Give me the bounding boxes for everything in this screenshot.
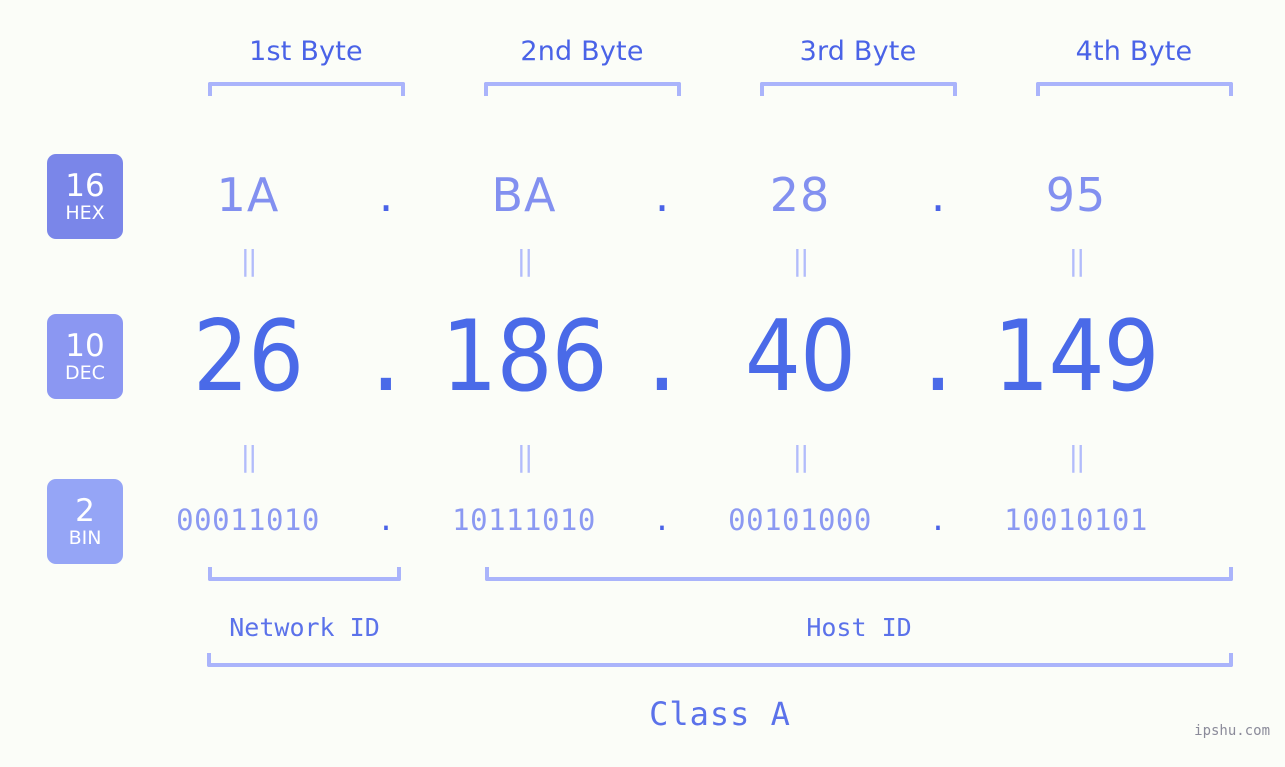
- class-label: Class A: [649, 695, 791, 733]
- dec-byte-4: 149: [993, 300, 1159, 414]
- bin-byte-4: 10010101: [1004, 503, 1148, 537]
- base-badge-dec-name: DEC: [65, 361, 105, 384]
- hex-separator-3: .: [930, 168, 946, 222]
- hex-byte-3: 28: [769, 168, 831, 222]
- byte-header-3: 3rd Byte: [799, 36, 917, 67]
- watermark: ipshu.com: [1194, 723, 1270, 739]
- hex-byte-1: 1A: [216, 168, 280, 222]
- base-badge-hex-name: HEX: [65, 201, 105, 224]
- equals-sign-1-3: ||: [792, 244, 810, 277]
- bin-separator-2: .: [653, 502, 671, 537]
- base-badge-dec-number: 10: [65, 327, 105, 364]
- equals-row-dec-bin: || || || ||: [150, 440, 1285, 474]
- byte-header-2: 2nd Byte: [520, 36, 644, 67]
- base-badge-hex: 16 HEX: [47, 154, 123, 239]
- base-badge-bin: 2 BIN: [47, 479, 123, 564]
- host-id-label: Host ID: [806, 613, 912, 642]
- bin-separator-3: .: [929, 502, 947, 537]
- host-id-bracket: [485, 567, 1233, 581]
- equals-sign-2-1: ||: [240, 440, 258, 473]
- hex-value-row: 1A . BA . 28 . 95: [150, 150, 1285, 240]
- dec-byte-1: 26: [192, 300, 304, 414]
- bin-value-row: 00011010 . 10111010 . 00101000 . 1001010…: [150, 492, 1285, 548]
- dec-byte-3: 40: [744, 300, 856, 414]
- equals-sign-1-2: ||: [516, 244, 534, 277]
- class-bracket: [207, 653, 1233, 667]
- base-badge-hex-number: 16: [65, 167, 105, 204]
- hex-byte-2: BA: [491, 168, 557, 222]
- dec-value-row: 26 . 186 . 40 . 149: [150, 296, 1285, 418]
- base-badge-dec: 10 DEC: [47, 314, 123, 399]
- base-badge-bin-name: BIN: [68, 526, 102, 549]
- network-id-bracket: [208, 567, 401, 581]
- byte-bracket-4: [1036, 82, 1233, 96]
- byte-header-1: 1st Byte: [249, 36, 363, 67]
- dec-byte-2: 186: [441, 300, 607, 414]
- byte-bracket-1: [208, 82, 405, 96]
- hex-separator-1: .: [378, 168, 394, 222]
- dec-separator-1: .: [370, 300, 402, 414]
- dec-separator-2: .: [646, 300, 678, 414]
- byte-header-4: 4th Byte: [1075, 36, 1193, 67]
- hex-separator-2: .: [654, 168, 670, 222]
- ip-address-breakdown-diagram: 1st Byte 2nd Byte 3rd Byte 4th Byte 16 H…: [0, 0, 1285, 767]
- equals-row-hex-dec: || || || ||: [150, 244, 1285, 278]
- equals-sign-2-4: ||: [1068, 440, 1086, 473]
- equals-sign-1-1: ||: [240, 244, 258, 277]
- dec-separator-3: .: [922, 300, 954, 414]
- bin-byte-2: 10111010: [452, 503, 596, 537]
- base-badge-bin-number: 2: [75, 492, 95, 529]
- bin-byte-3: 00101000: [728, 503, 872, 537]
- equals-sign-2-3: ||: [792, 440, 810, 473]
- bin-separator-1: .: [377, 502, 395, 537]
- byte-bracket-3: [760, 82, 957, 96]
- equals-sign-1-4: ||: [1068, 244, 1086, 277]
- hex-byte-4: 95: [1045, 168, 1107, 222]
- network-id-label: Network ID: [229, 613, 380, 642]
- bin-byte-1: 00011010: [176, 503, 320, 537]
- byte-bracket-2: [484, 82, 681, 96]
- equals-sign-2-2: ||: [516, 440, 534, 473]
